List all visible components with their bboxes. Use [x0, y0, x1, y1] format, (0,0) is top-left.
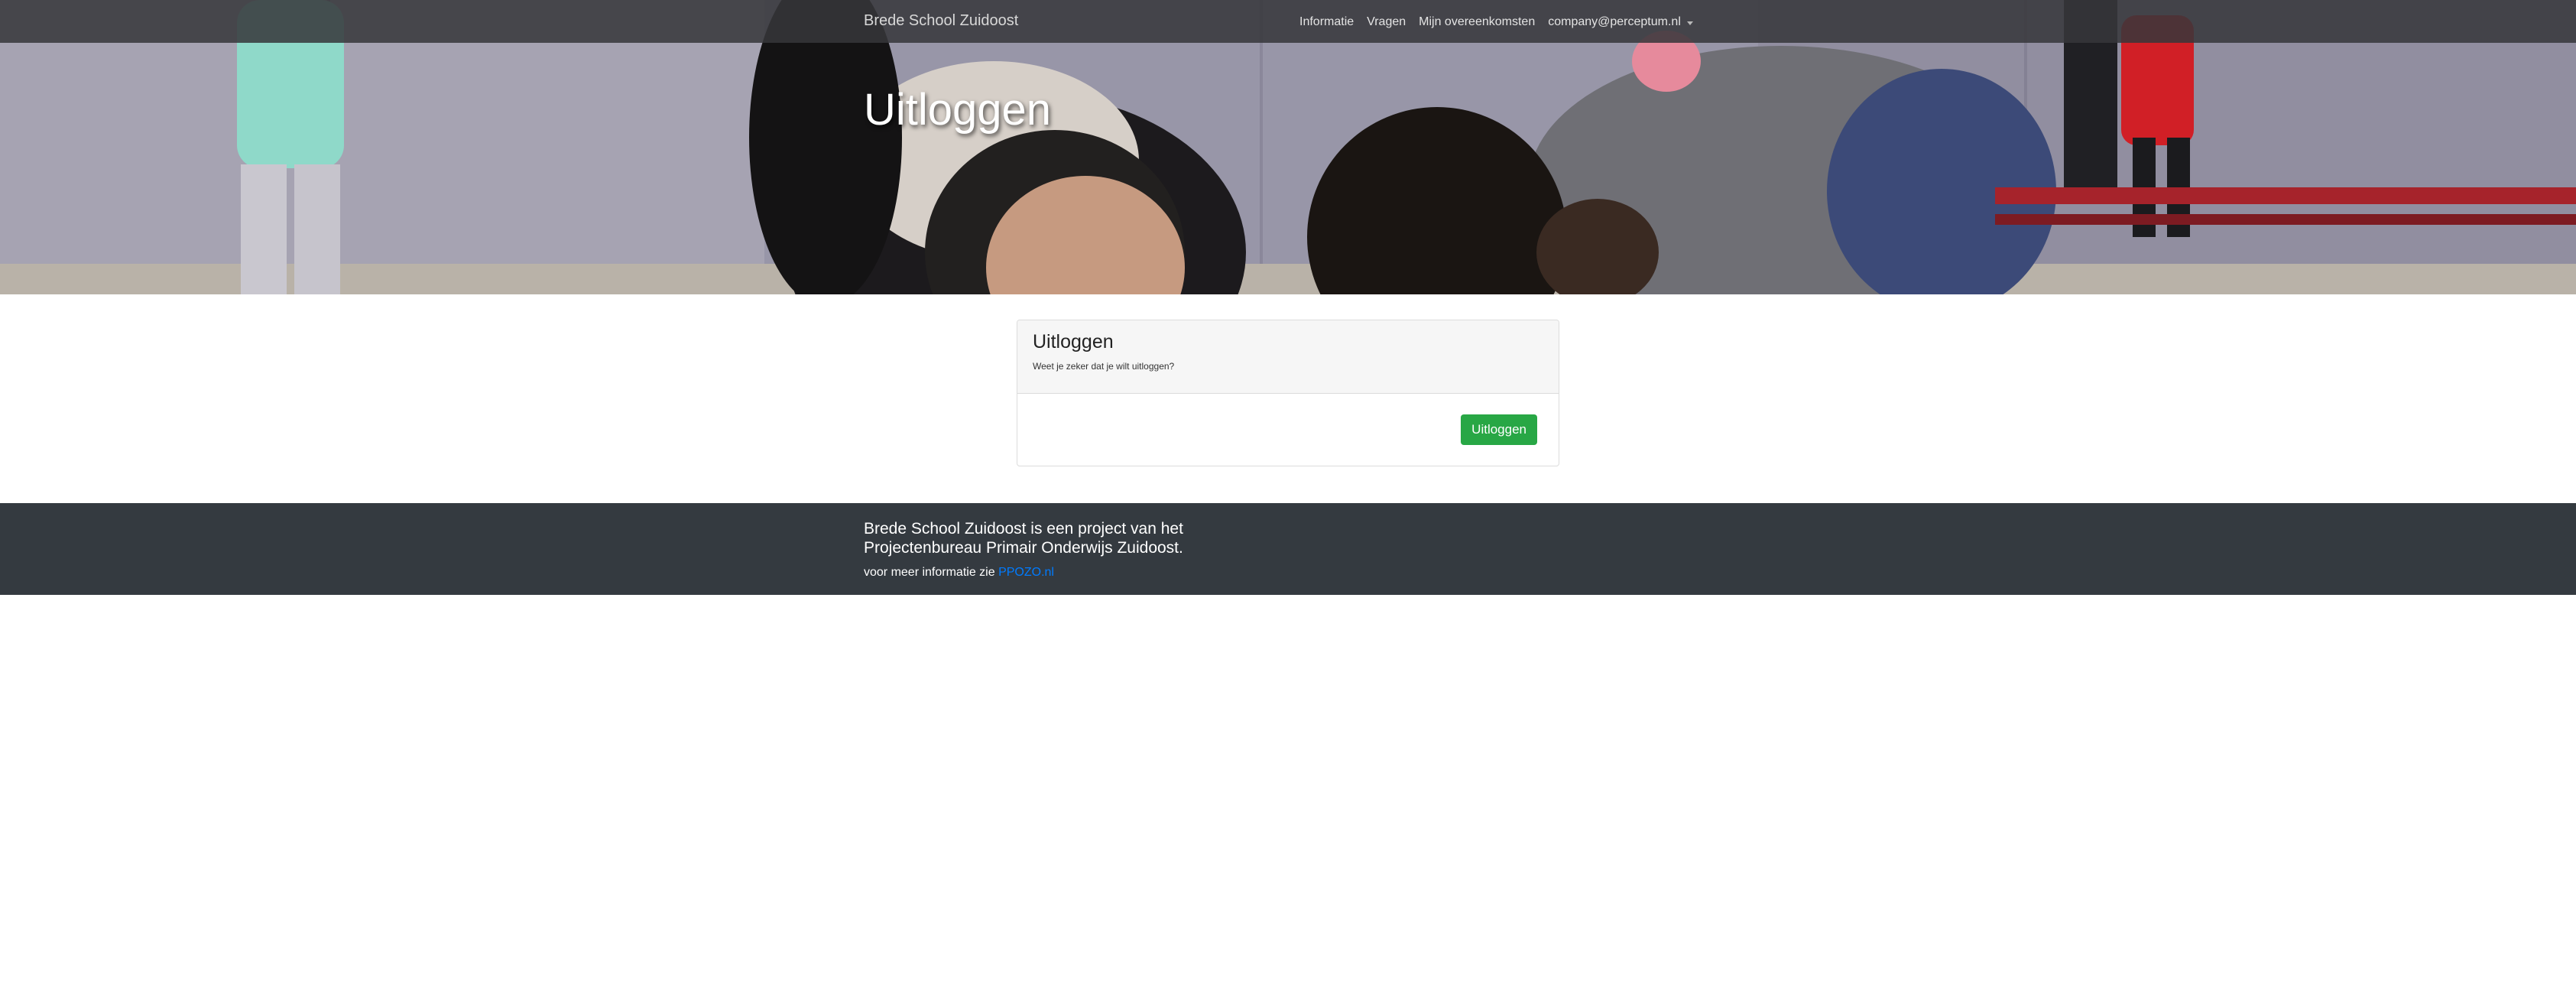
- card-subtitle: Weet je zeker dat je wilt uitloggen?: [1033, 361, 1175, 372]
- footer-text-line-1: Brede School Zuidoost is een project van…: [864, 520, 1183, 538]
- footer: Brede School Zuidoost is een project van…: [0, 503, 2576, 595]
- card-title: Uitloggen: [1033, 331, 1114, 352]
- footer-text-line-2: Projectenbureau Primair Onderwijs Zuidoo…: [864, 539, 1183, 557]
- card-body: Uitloggen: [1017, 394, 1559, 466]
- ppozo-link[interactable]: PPOZO.nl: [998, 566, 1054, 579]
- nav-item-user-account[interactable]: company@perceptum.nl: [1548, 15, 1681, 29]
- card-header: Uitloggen Weet je zeker dat je wilt uitl…: [1017, 320, 1559, 394]
- page-title: Uitloggen: [864, 85, 1052, 135]
- nav-item-vragen[interactable]: Vragen: [1367, 15, 1406, 29]
- navbar: Brede School Zuidoost Informatie Vragen …: [0, 0, 2576, 43]
- nav-menu: Informatie Vragen Mijn overeenkomsten co…: [1299, 13, 1693, 31]
- footer-more-prefix: voor meer informatie zie: [864, 566, 999, 579]
- nav-item-informatie[interactable]: Informatie: [1299, 15, 1354, 29]
- nav-item-mijn-overeenkomsten[interactable]: Mijn overeenkomsten: [1419, 15, 1535, 29]
- hero-banner: Brede School Zuidoost Informatie Vragen …: [0, 0, 2576, 294]
- brand-link[interactable]: Brede School Zuidoost: [864, 12, 1018, 30]
- logout-card: Uitloggen Weet je zeker dat je wilt uitl…: [1017, 320, 1559, 466]
- caret-down-icon[interactable]: [1686, 21, 1693, 25]
- logout-button[interactable]: Uitloggen: [1461, 414, 1537, 445]
- hero-background-photo: [0, 0, 2576, 294]
- footer-more-info: voor meer informatie zie PPOZO.nl: [864, 566, 1054, 580]
